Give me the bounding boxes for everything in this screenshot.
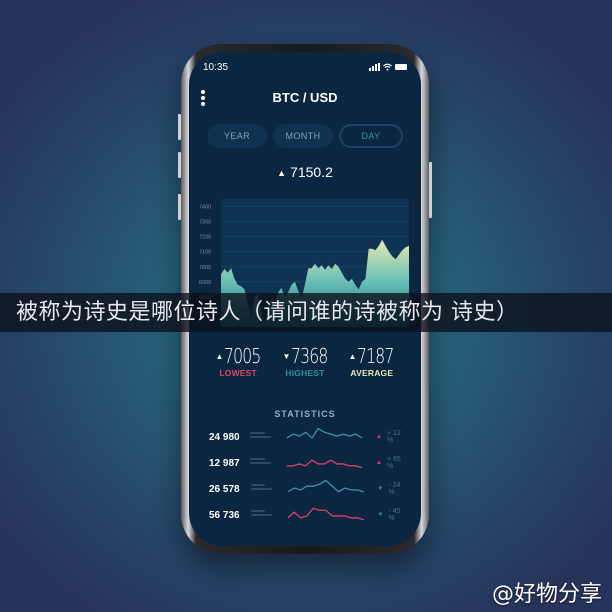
down-arrow-icon: ▼ [282,352,290,361]
sparkline [286,459,363,469]
price-up-icon: ▲ [277,168,287,178]
down-arrow-icon: ▼ [377,512,384,518]
stat-lowest-label: LOWEST [219,368,257,378]
mute-switch [178,194,181,220]
stat-lowest-value: 7005 [223,344,261,368]
caption-banner: 被称为诗史是哪位诗人（请问谁的诗被称为 诗史） [0,293,612,332]
power-button [429,162,432,218]
y-tick-label: 6900 [199,280,211,286]
y-tick-label: 7200 [199,235,211,241]
statistics-row[interactable]: 56 736 ▼ - 45 % [209,504,407,526]
stat-average-label: AVERAGE [350,368,394,378]
up-arrow-icon: ▲ [348,352,357,361]
sparkline-path [287,479,364,493]
sparkline [286,427,363,439]
stat-average-value: 7187 [357,344,394,368]
watermark: @好物分享 [491,582,602,607]
tab-month[interactable]: MONTH [273,124,333,148]
row-change: ▲ + 12 % [376,430,407,444]
row-value: 24 980 [209,431,240,443]
row-value: 12 987 [209,457,240,469]
sparkline-path [286,459,363,469]
page-title: BTC / USD [272,90,338,105]
statistics-title: STATISTICS [274,409,336,419]
y-tick-label: 7400 [199,205,211,211]
summary-stats: ▲7005 LOWEST ▼7368 HIGHEST ▲7187 AVERAGE [189,344,421,378]
current-price: ▲ 7150.2 [189,164,421,180]
statistics-row[interactable]: 26 578 ▼ - 24 % [209,478,407,500]
period-tabs: YEAR MONTH DAY [207,124,403,148]
up-arrow-icon: ▲ [376,434,382,440]
y-tick-label: 7100 [199,250,211,256]
sparkline-path [286,427,363,439]
stat-lowest: ▲7005 LOWEST [210,344,267,378]
battery-icon [395,64,407,70]
up-arrow-icon: ▲ [376,460,382,466]
price-value: 7150.2 [290,164,333,180]
status-time: 10:35 [203,62,229,73]
stat-highest-value: 7368 [290,344,328,368]
statistics-row[interactable]: 12 987 ▲ + 65 % [209,452,407,474]
row-change-percent: + 12 % [386,430,401,444]
sparkline [287,479,364,493]
volume-down-button [178,152,181,178]
tab-day[interactable]: DAY [339,124,403,148]
row-value: 56 736 [209,509,240,521]
row-change: ▼ - 45 % [377,508,407,522]
row-change-percent: - 45 % [388,508,401,522]
wifi-icon [383,63,392,71]
row-value: 26 578 [209,483,240,495]
row-sublabel-placeholder [250,510,272,520]
row-sublabel-placeholder [250,484,272,494]
up-arrow-icon: ▲ [215,352,223,361]
y-tick-label: 7000 [199,265,211,271]
row-change: ▼ - 24 % [377,482,407,496]
row-sublabel-placeholder [250,458,272,468]
down-arrow-icon: ▼ [377,486,384,492]
sparkline-path [287,507,364,521]
row-change-percent: + 65 % [386,456,401,470]
stat-average: ▲7187 AVERAGE [343,344,400,378]
volume-up-button [178,114,181,140]
row-change-percent: - 24 % [388,482,401,496]
statistics-row[interactable]: 24 980 ▲ + 12 % [209,426,407,448]
status-bar: 10:35 [203,62,407,76]
stat-highest-label: HIGHEST [285,368,325,378]
tab-year[interactable]: YEAR [207,124,267,148]
row-sublabel-placeholder [250,432,272,442]
stat-highest: ▼7368 HIGHEST [277,344,334,378]
status-icons [369,63,407,71]
signal-icon [369,63,380,71]
y-tick-label: 7300 [199,220,211,226]
sparkline [287,507,364,521]
row-change: ▲ + 65 % [376,456,407,470]
